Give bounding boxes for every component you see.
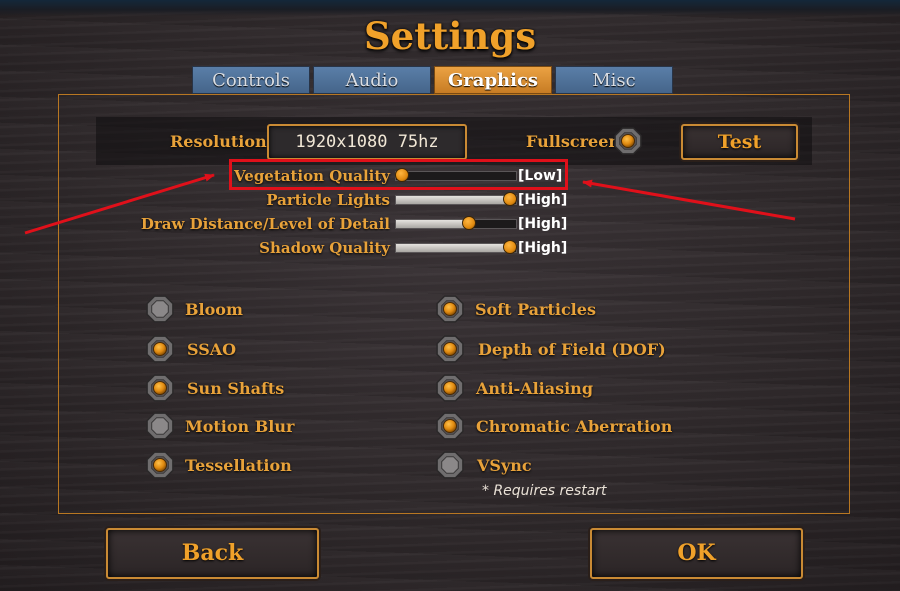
left-arrow: [24, 173, 215, 235]
right-arrow: [582, 179, 796, 221]
annotation-arrows: [24, 173, 796, 235]
